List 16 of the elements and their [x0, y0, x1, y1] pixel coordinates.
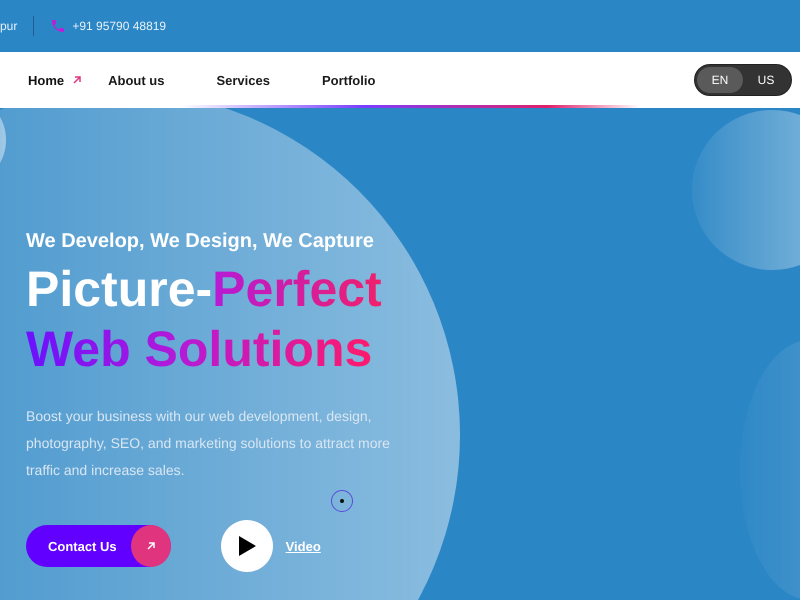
language-option[interactable]: EN [697, 67, 743, 93]
location-text: pur [0, 19, 18, 33]
play-icon [236, 535, 257, 557]
language-toggle[interactable]: EN US [694, 64, 792, 96]
headline: Picture-Perfect Web Solutions [26, 260, 383, 379]
tagline: We Develop, We Design, We Capture [26, 230, 375, 253]
nav-link[interactable]: Portfolio [322, 72, 376, 88]
nav-link[interactable]: Home [28, 72, 82, 88]
description: Boost your business with our web development, design, photography, SEO, and marketing solutions to attract more traffic and increase sales. [26, 407, 391, 480]
arrow-icon [72, 75, 82, 85]
language-option[interactable]: US [743, 67, 789, 93]
phone-icon [50, 18, 66, 34]
contact-button[interactable]: Contact Us [26, 525, 171, 567]
nav-link[interactable]: Services [216, 72, 270, 88]
cursor-ring-icon [331, 490, 353, 512]
nav-link[interactable]: About us [108, 72, 164, 88]
